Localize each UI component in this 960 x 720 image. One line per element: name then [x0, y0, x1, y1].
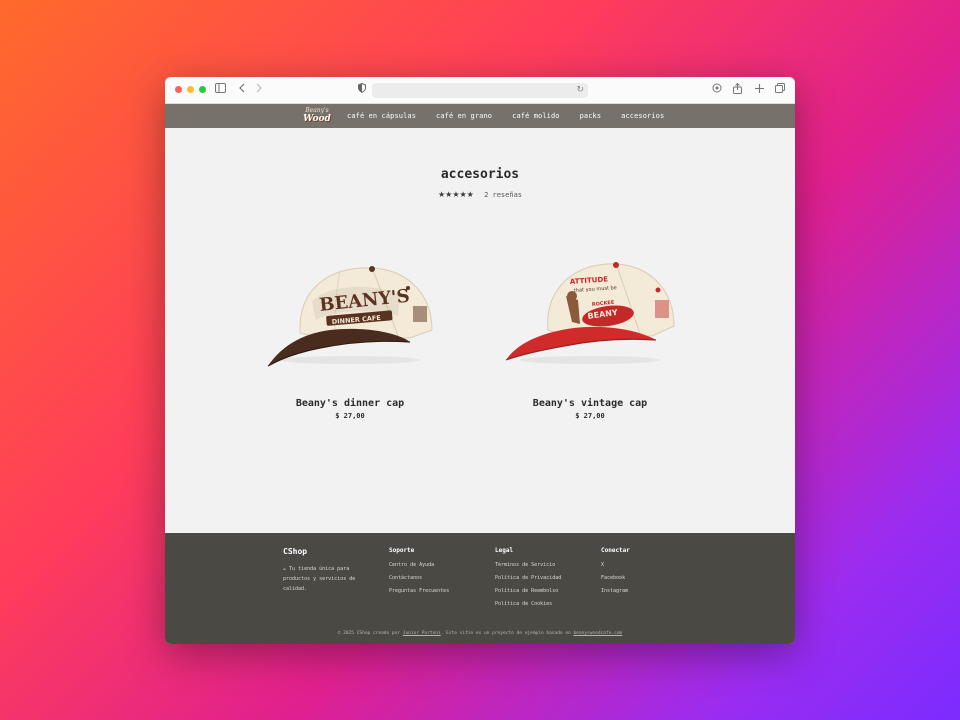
footer-legal-column: Legal Términos de Servicio Política de P… [495, 547, 561, 614]
logo-bottom-text: Wood [303, 114, 331, 124]
rating-stars-icon: ★★★★★ [437, 190, 474, 199]
close-window-button[interactable] [175, 86, 182, 93]
main-content: accesorios ★★★★★ 2 reseñas BEANY'S DINNE… [165, 128, 795, 533]
main-nav: café en cápsulas café en grano café moli… [347, 104, 684, 128]
window-controls [175, 86, 206, 93]
footer-soporte-column: Soporte Centro de Ayuda Contáctanos Preg… [389, 547, 449, 601]
nav-cafe-molido[interactable]: café molido [512, 112, 559, 120]
product-card[interactable]: ATTITUDE that you must be BEANY ROCKEE B… [470, 238, 710, 420]
address-bar[interactable]: ↻ [372, 83, 588, 98]
footer-link-x[interactable]: X [601, 562, 630, 568]
cap-vintage-image[interactable]: ATTITUDE that you must be BEANY ROCKEE [500, 238, 680, 368]
copyright-prefix: © 2025 CShop creado por [337, 631, 401, 636]
browser-toolbar: ↻ [165, 77, 795, 104]
footer-brand-column: CShop ☕ Tu tienda única para productos y… [283, 547, 375, 594]
site-footer: CShop ☕ Tu tienda única para productos y… [165, 533, 795, 644]
copyright-site-link[interactable]: beanyswoodcafe.com [573, 631, 622, 636]
nav-cafe-en-capsulas[interactable]: café en cápsulas [347, 112, 416, 120]
footer-brand: CShop [283, 547, 308, 556]
product-price: $ 27,00 [575, 412, 605, 420]
nav-accesorios[interactable]: accesorios [621, 112, 664, 120]
footer-link-facebook[interactable]: Facebook [601, 575, 630, 581]
forward-arrow-icon[interactable] [256, 83, 262, 97]
nav-packs[interactable]: packs [580, 112, 602, 120]
footer-link-terminos[interactable]: Términos de Servicio [495, 562, 561, 568]
reload-icon[interactable]: ↻ [576, 83, 584, 98]
product-name[interactable]: Beany's vintage cap [470, 398, 710, 409]
back-arrow-icon[interactable] [239, 83, 245, 97]
maximize-window-button[interactable] [199, 86, 206, 93]
product-price: $ 27,00 [335, 412, 365, 420]
footer-conectar-column: Conectar X Facebook Instagram [601, 547, 630, 601]
footer-soporte-title: Soporte [389, 547, 415, 554]
footer-link-contactanos[interactable]: Contáctanos [389, 575, 449, 581]
reviews-summary[interactable]: ★★★★★ 2 reseñas [165, 190, 795, 199]
privacy-shield-icon[interactable] [358, 82, 366, 97]
minimize-window-button[interactable] [187, 86, 194, 93]
reviews-count: 2 reseñas [484, 191, 522, 199]
product-name[interactable]: Beany's dinner cap [230, 398, 470, 409]
extension-icon[interactable] [712, 83, 722, 97]
nav-cafe-en-grano[interactable]: café en grano [436, 112, 492, 120]
product-card[interactable]: BEANY'S DINNER CAFE Beany's dinner cap $… [230, 238, 470, 420]
copyright-author-link[interactable]: Junior Portoni [403, 631, 441, 636]
page-title: accesorios [440, 167, 520, 182]
site-navbar: Beany's Wood café en cápsulas café en gr… [165, 104, 795, 128]
share-icon[interactable] [733, 82, 742, 98]
cap-dinner-image[interactable]: BEANY'S DINNER CAFE [260, 238, 440, 368]
footer-conectar-title: Conectar [601, 547, 630, 554]
footer-link-cookies[interactable]: Política de Cookies [495, 601, 561, 607]
sidebar-toggle-icon[interactable] [215, 83, 226, 97]
new-tab-icon[interactable] [755, 83, 764, 97]
footer-legal-title: Legal [495, 547, 514, 554]
tab-overview-icon[interactable] [775, 83, 785, 97]
footer-link-preguntas-frecuentes[interactable]: Preguntas Frecuentes [389, 588, 449, 594]
footer-tagline: ☕ Tu tienda única para productos y servi… [283, 566, 356, 592]
footer-copyright: © 2025 CShop creado por Junior Portoni. … [165, 631, 795, 636]
footer-link-instagram[interactable]: Instagram [601, 588, 630, 594]
copyright-middle: . Este sitio es un proyecto de ejemplo b… [440, 631, 571, 636]
footer-link-centro-de-ayuda[interactable]: Centro de Ayuda [389, 562, 449, 568]
browser-window: ↻ Beany's Wood café en cápsulas café en … [165, 77, 795, 644]
footer-link-privacidad[interactable]: Política de Privacidad [495, 575, 561, 581]
footer-link-reembolso[interactable]: Política de Reembolso [495, 588, 561, 594]
site-logo[interactable]: Beany's Wood [302, 106, 332, 126]
